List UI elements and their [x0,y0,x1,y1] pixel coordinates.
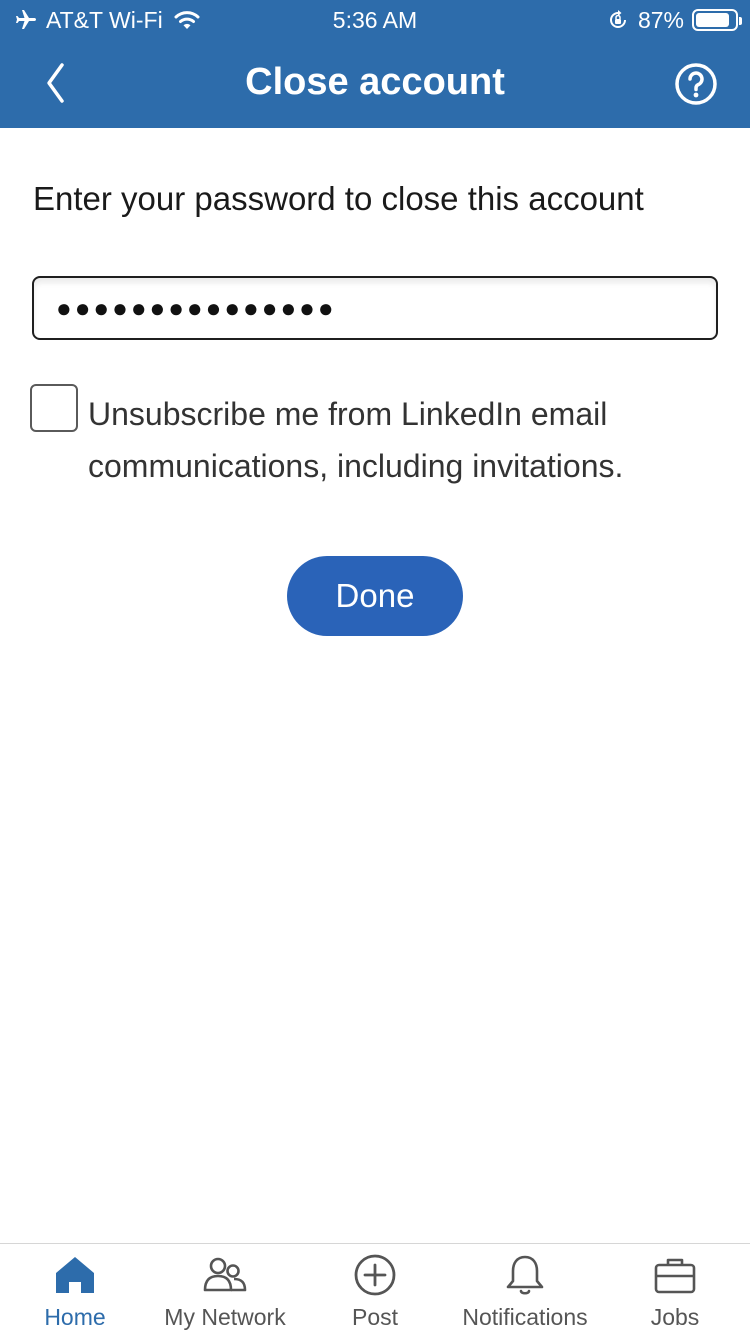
battery-icon [692,9,742,31]
question-circle-icon[interactable] [674,62,718,106]
my-network-icon [203,1257,247,1292]
tab-post[interactable]: Post [300,1244,450,1334]
password-instruction: Enter your password to close this accoun… [33,180,644,217]
battery-fill [696,13,729,27]
tab-label-jobs: Jobs [650,1304,700,1330]
password-masked-value: ●●●●●●●●●●●●●●● [56,292,337,323]
done-button[interactable]: Done [287,556,463,636]
unsubscribe-label[interactable]: Unsubscribe me from LinkedIn email commu… [88,388,708,492]
bottom-tab-bar: Home My Network Post Notifications Jobs [0,1243,750,1334]
orientation-lock-icon [609,10,626,28]
briefcase-icon [654,1258,696,1294]
page-title: Close account [245,61,505,103]
tab-label-my-network: My Network [164,1304,286,1330]
tab-jobs[interactable]: Jobs [600,1244,750,1334]
close-account-screen: AT&T Wi-Fi 5:36 AM 87% Close account Ent… [0,0,750,1334]
unsubscribe-checkbox[interactable] [30,384,78,432]
header: AT&T Wi-Fi 5:36 AM 87% Close account [0,0,750,128]
status-bar: AT&T Wi-Fi 5:36 AM 87% [0,0,750,40]
battery-tip [739,17,742,25]
tab-label-post: Post [351,1304,399,1330]
tab-label-home: Home [44,1304,106,1330]
bell-icon [506,1255,544,1295]
battery-percent: 87% [637,6,684,33]
tab-notifications[interactable]: Notifications [450,1244,600,1334]
status-right: 87% [606,4,742,36]
post-icon [354,1254,396,1296]
home-icon [56,1257,94,1293]
tab-my-network[interactable]: My Network [150,1244,300,1334]
password-field[interactable]: ●●●●●●●●●●●●●●● [32,276,718,340]
nav-bar: Close account [0,40,750,128]
tab-home[interactable]: Home [0,1244,150,1334]
tab-label-notifications: Notifications [462,1304,588,1330]
